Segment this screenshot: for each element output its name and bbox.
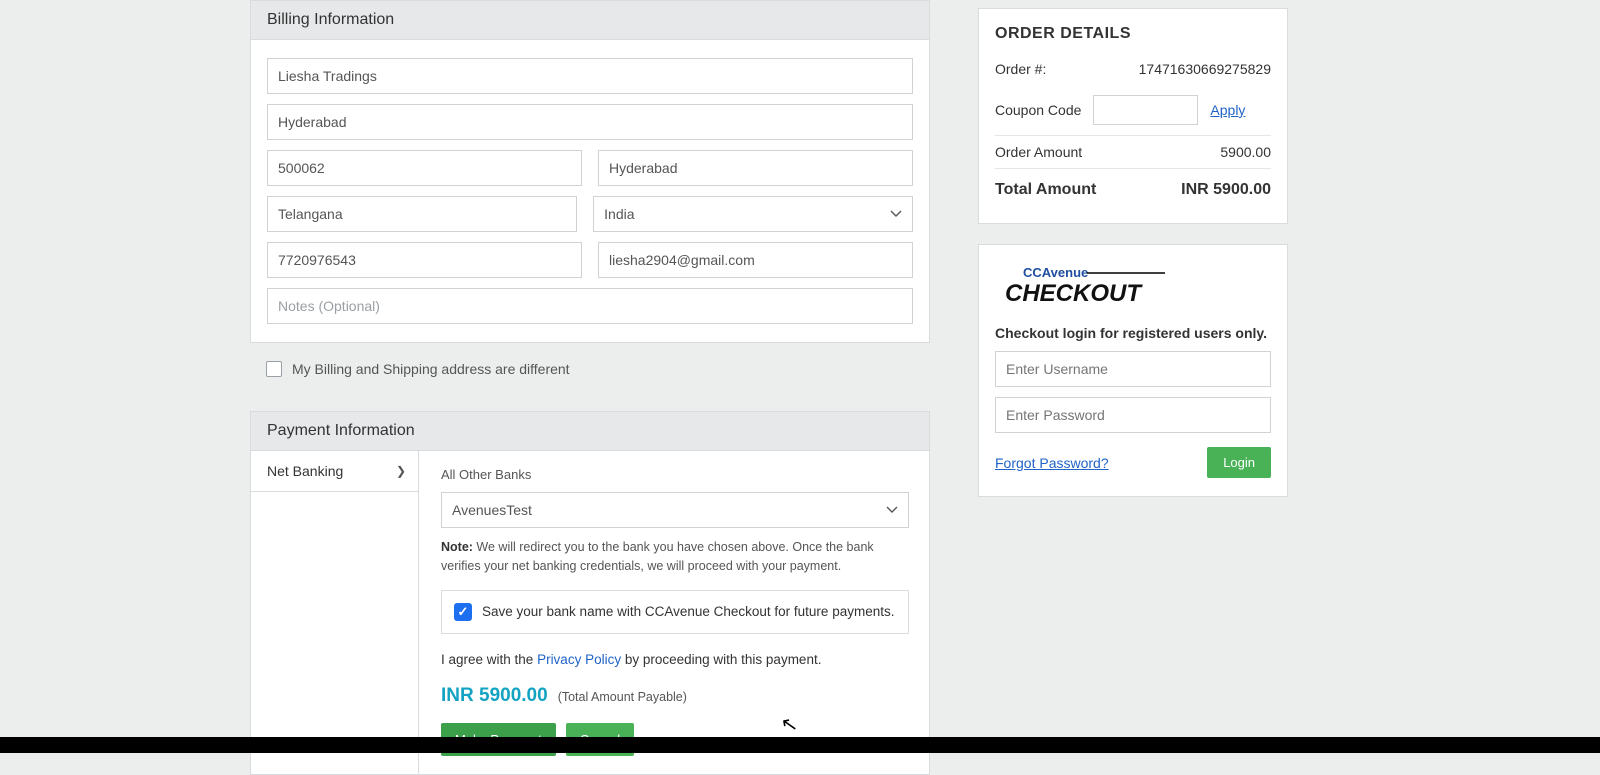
save-bank-label: Save your bank name with CCAvenue Checko… [482, 604, 894, 619]
billing-state-input[interactable] [267, 196, 577, 232]
order-number-value: 17471630669275829 [1139, 61, 1271, 77]
order-details-box: ORDER DETAILS Order #: 17471630669275829… [978, 8, 1288, 224]
coupon-input[interactable] [1093, 95, 1198, 125]
username-input[interactable] [995, 351, 1271, 387]
order-details-title: ORDER DETAILS [995, 25, 1271, 43]
billing-address-input[interactable] [267, 104, 913, 140]
payable-amount-note: (Total Amount Payable) [558, 690, 687, 704]
billing-city-input[interactable] [598, 150, 913, 186]
bank-select[interactable]: AvenuesTest [441, 492, 909, 528]
order-amount-value: 5900.00 [1220, 144, 1271, 160]
login-button[interactable]: Login [1207, 447, 1271, 478]
payment-header: Payment Information [251, 412, 929, 451]
payment-tabs: Net Banking ❯ [251, 451, 419, 774]
tab-netbanking-label: Net Banking [267, 463, 343, 479]
checkbox-empty-icon [266, 361, 282, 377]
checkbox-checked-icon: ✓ [454, 603, 472, 621]
billing-phone-input[interactable] [267, 242, 582, 278]
different-shipping-checkbox[interactable]: My Billing and Shipping address are diff… [250, 343, 930, 405]
tab-netbanking[interactable]: Net Banking ❯ [251, 451, 418, 492]
checkout-login-box: CCAvenue CHECKOUT Checkout login for reg… [978, 244, 1288, 497]
total-amount-row: Total Amount INR 5900.00 [995, 169, 1271, 207]
billing-header: Billing Information [251, 1, 929, 40]
coupon-label: Coupon Code [995, 102, 1081, 118]
billing-name-input[interactable] [267, 58, 913, 94]
different-shipping-label: My Billing and Shipping address are diff… [292, 361, 570, 377]
ccavenue-checkout-logo: CCAvenue CHECKOUT [995, 259, 1271, 315]
privacy-policy-link[interactable]: Privacy Policy [537, 652, 621, 667]
agree-line: I agree with the Privacy Policy by proce… [441, 652, 909, 667]
payment-panel: Payment Information Net Banking ❯ All Ot… [250, 411, 930, 775]
all-other-banks-label: All Other Banks [441, 467, 909, 482]
forgot-password-link[interactable]: Forgot Password? [995, 455, 1109, 471]
billing-email-input[interactable] [598, 242, 913, 278]
apply-coupon-link[interactable]: Apply [1210, 102, 1245, 118]
chevron-right-icon: ❯ [396, 464, 406, 478]
order-number-row: Order #: 17471630669275829 [995, 53, 1271, 85]
svg-text:CHECKOUT: CHECKOUT [1005, 280, 1143, 307]
svg-text:CCAvenue: CCAvenue [1023, 265, 1088, 280]
password-input[interactable] [995, 397, 1271, 433]
billing-notes-input[interactable] [267, 288, 913, 324]
billing-panel: Billing Information India [250, 0, 930, 343]
bottom-bar [0, 737, 1600, 753]
save-bank-checkbox[interactable]: ✓ Save your bank name with CCAvenue Chec… [441, 590, 909, 634]
billing-country-select[interactable]: India [593, 196, 913, 232]
checkout-login-title: Checkout login for registered users only… [995, 325, 1271, 341]
billing-zip-input[interactable] [267, 150, 582, 186]
order-amount-row: Order Amount 5900.00 [995, 136, 1271, 169]
payable-amount: INR 5900.00 [441, 685, 548, 707]
redirect-note: Note: We will redirect you to the bank y… [441, 538, 909, 576]
total-amount-value: INR 5900.00 [1181, 181, 1271, 199]
